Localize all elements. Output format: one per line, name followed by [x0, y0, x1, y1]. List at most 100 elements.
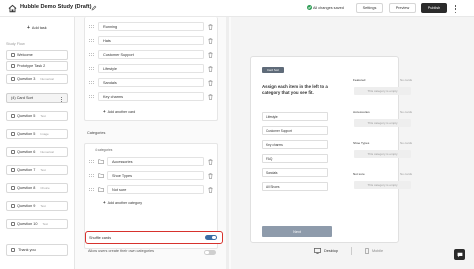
- home-icon[interactable]: [8, 4, 17, 13]
- more-options-icon[interactable]: [454, 5, 457, 13]
- flow-item-question-5-text[interactable]: Question 5 Text: [6, 111, 68, 121]
- study-title: Hubble Demo Study (Draft): [20, 4, 92, 10]
- image-icon: [11, 132, 15, 136]
- mobile-icon: [365, 248, 369, 254]
- flow-item-type: Numerical: [40, 77, 54, 81]
- editor-scrollbar[interactable]: [226, 17, 229, 269]
- flow-item-label: Prototype Task 2: [17, 64, 46, 68]
- flow-item-prototype-task[interactable]: Prototype Task 2: [6, 61, 68, 71]
- flow-item-type: Numerical: [40, 150, 54, 154]
- drag-handle-icon[interactable]: [89, 66, 95, 72]
- add-task-button[interactable]: + Add task: [27, 26, 47, 31]
- trash-icon[interactable]: [208, 158, 213, 165]
- top-bar: Hubble Demo Study (Draft) All changes sa…: [0, 0, 474, 17]
- flow-item-welcome[interactable]: Welcome: [6, 50, 68, 60]
- flow-item-label: Question 3: [17, 77, 36, 81]
- category-name: Accessories: [353, 110, 370, 114]
- drag-handle-icon[interactable]: [89, 94, 95, 100]
- flow-item-label: Question 8: [17, 186, 36, 190]
- add-category-button[interactable]: + Add another category: [103, 200, 142, 205]
- chat-bubble-icon[interactable]: [454, 249, 465, 260]
- edit-pencil-icon[interactable]: [91, 5, 97, 11]
- allow-own-categories-toggle[interactable]: [204, 250, 216, 255]
- text-icon: [11, 168, 15, 172]
- category-row: Not sure: [89, 184, 213, 195]
- card-row: Sandals: [89, 77, 213, 88]
- folder-icon: [98, 159, 104, 164]
- flow-item-question-10[interactable]: Question 10 Text: [6, 219, 68, 229]
- plus-icon: +: [103, 109, 106, 114]
- live-preview: Card Sort Assign each item in the left t…: [231, 17, 474, 269]
- preview-card[interactable]: Key charms: [262, 140, 328, 149]
- card-input[interactable]: Sandals: [98, 78, 204, 87]
- preview-categories: Featured No cards This category is empty…: [346, 57, 419, 244]
- trash-icon[interactable]: [208, 93, 213, 100]
- preview-card[interactable]: Lifestyle: [262, 112, 328, 121]
- drag-handle-icon[interactable]: [89, 80, 95, 86]
- trash-icon[interactable]: [208, 23, 213, 30]
- card-row: Lifestyle: [89, 63, 213, 74]
- drag-handle-icon[interactable]: [89, 187, 95, 193]
- cards-list: Running Hats Customer Support Lifestyle …: [84, 17, 218, 121]
- folder-icon: [98, 173, 104, 178]
- trash-icon[interactable]: [208, 79, 213, 86]
- flow-item-card-sort[interactable]: (4) Card Sort: [6, 93, 68, 103]
- settings-button[interactable]: Settings: [356, 3, 383, 13]
- category-empty-state: This category is empty: [354, 150, 411, 158]
- preview-card[interactable]: Sandals: [262, 168, 328, 177]
- category-card-count: No cards: [399, 172, 412, 176]
- drag-handle-icon[interactable]: [89, 38, 95, 44]
- save-status: All changes saved: [313, 6, 344, 10]
- trash-icon[interactable]: [208, 37, 213, 44]
- card-input[interactable]: Key charms: [98, 92, 204, 101]
- publish-button[interactable]: Publish: [421, 3, 447, 13]
- card-sort-prompt: Assign each item in the left to a catego…: [262, 84, 328, 95]
- card-input[interactable]: Running: [98, 22, 204, 31]
- card-input[interactable]: Lifestyle: [98, 64, 204, 73]
- item-menu-icon[interactable]: [61, 96, 63, 102]
- card-input[interactable]: Hats: [98, 36, 204, 45]
- drag-handle-icon[interactable]: [89, 24, 95, 30]
- flow-item-label: Question 9: [17, 204, 36, 208]
- flow-item-label: (4) Card Sort: [11, 96, 33, 100]
- category-row: Shoe Types: [89, 170, 213, 181]
- flow-item-label: Welcome: [17, 53, 33, 57]
- desktop-option[interactable]: Desktop: [314, 248, 338, 254]
- device-switcher: Desktop Mobile: [314, 247, 383, 255]
- flow-item-question-7[interactable]: Question 7 Text: [6, 165, 68, 175]
- category-input[interactable]: Shoe Types: [107, 171, 204, 180]
- category-input[interactable]: Accessories: [107, 157, 204, 166]
- add-card-label: Add another card: [107, 109, 136, 114]
- preview-button[interactable]: Preview: [389, 3, 416, 13]
- flow-item-question-6[interactable]: Question 6 Numerical: [6, 147, 68, 157]
- divider: [350, 247, 352, 255]
- preview-card[interactable]: FAQ: [262, 154, 328, 163]
- category-empty-state: This category is empty: [354, 119, 411, 127]
- add-card-button[interactable]: + Add another card: [103, 109, 135, 114]
- flow-item-thank-you[interactable]: Thank you: [6, 244, 68, 256]
- card-input[interactable]: Customer Support: [98, 50, 204, 59]
- drag-handle-icon[interactable]: [89, 159, 95, 165]
- shuffle-cards-label: Shuffle cards: [89, 235, 112, 240]
- mobile-option[interactable]: Mobile: [365, 248, 383, 254]
- trash-icon[interactable]: [208, 65, 213, 72]
- flow-item-question-8[interactable]: Question 8 Choice: [6, 183, 68, 193]
- desktop-icon: [314, 248, 321, 254]
- preview-card[interactable]: Customer Support: [262, 126, 328, 135]
- drag-handle-icon[interactable]: [89, 52, 95, 58]
- category-card-count: No cards: [399, 110, 412, 114]
- shuffle-cards-toggle[interactable]: [205, 235, 217, 240]
- flow-item-label: Thank you: [18, 248, 36, 252]
- next-button[interactable]: Next: [262, 226, 332, 237]
- trash-icon[interactable]: [208, 51, 213, 58]
- trash-icon[interactable]: [208, 186, 213, 193]
- text-icon: [11, 114, 15, 118]
- flow-item-question-3[interactable]: Question 3 Numerical: [6, 74, 68, 84]
- sidebar-scrollbar[interactable]: [72, 37, 74, 269]
- drag-handle-icon[interactable]: [89, 173, 95, 179]
- trash-icon[interactable]: [208, 172, 213, 179]
- preview-card[interactable]: All Shoes: [262, 182, 328, 191]
- flow-item-question-9[interactable]: Question 9 Text: [6, 201, 68, 211]
- category-input[interactable]: Not sure: [107, 185, 204, 194]
- flow-item-question-5-image[interactable]: Question 5 Image: [6, 129, 68, 139]
